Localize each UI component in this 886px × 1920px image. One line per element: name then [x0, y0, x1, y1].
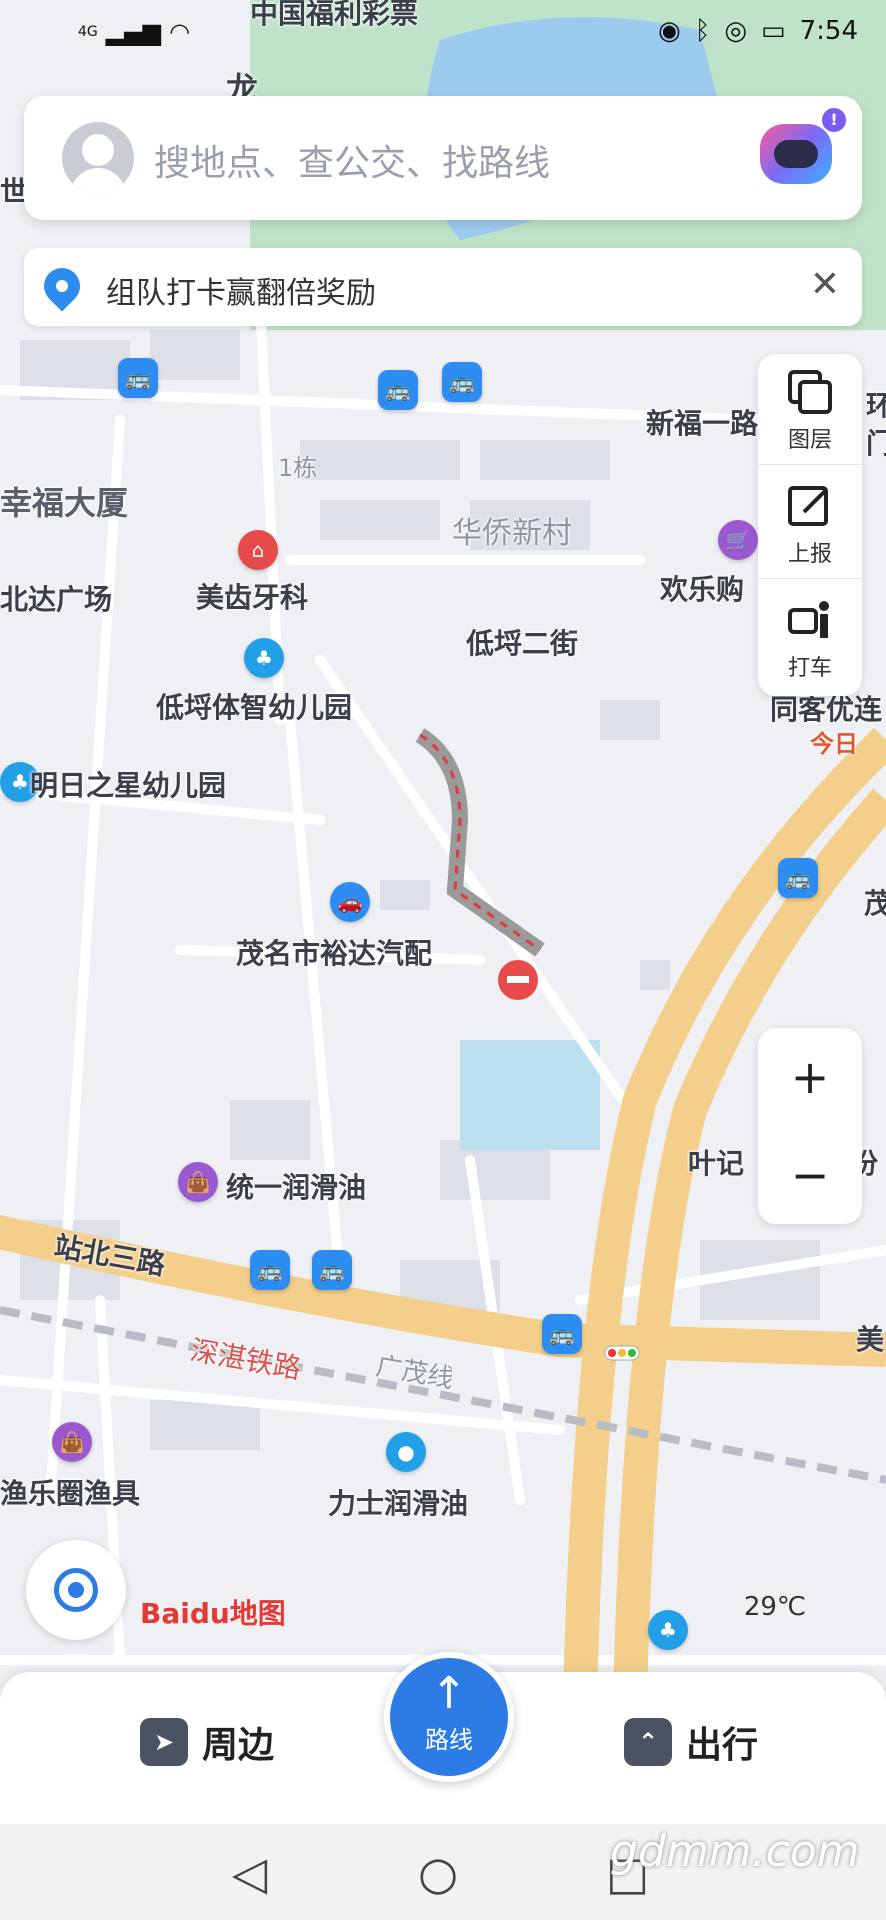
baidu-logo: Baidu地图: [140, 1597, 286, 1630]
map-label: 力士润滑油: [328, 1487, 469, 1520]
shopping-bag-icon[interactable]: 👜: [52, 1422, 92, 1462]
map-label: 华侨新村: [452, 516, 572, 551]
watermark: gdmm.com: [610, 1826, 860, 1877]
route-label: 路线: [425, 1726, 473, 1754]
map-label: 欢乐购: [660, 573, 745, 606]
bus-stop-icon[interactable]: 🚌: [312, 1250, 352, 1290]
status-bar: 4G ▂▄▆ ◠ ◉ ᛒ ◎ ▭ 7:54: [0, 0, 886, 66]
map-label: 幸福大厦: [0, 484, 129, 522]
map-label: 叶记: [688, 1147, 745, 1180]
taxi-label: 打车: [787, 656, 832, 681]
map-label: 美: [856, 1323, 885, 1356]
close-icon[interactable]: ✕: [810, 264, 840, 305]
home-icon[interactable]: ○: [418, 1846, 458, 1900]
eye-icon: ◉: [658, 16, 681, 46]
assistant-robot-icon[interactable]: !: [760, 108, 846, 184]
bus-stop-icon[interactable]: 🚌: [250, 1250, 290, 1290]
network-label: 4G: [78, 24, 98, 40]
map-label: 1栋: [278, 454, 318, 482]
zoom-control: + −: [758, 1028, 862, 1224]
notification-badge: !: [822, 108, 846, 132]
bus-stop-icon[interactable]: 🚌: [378, 370, 418, 410]
auto-parts-icon[interactable]: 🚗: [330, 882, 370, 922]
map-tools-panel: 图层 上报 打车: [758, 354, 862, 696]
search-input[interactable]: 搜地点、查公交、找路线: [154, 134, 550, 186]
kindergarten-icon[interactable]: ♣: [648, 1610, 688, 1650]
map-label: 茂: [864, 887, 886, 920]
battery-icon: ▭: [761, 16, 786, 46]
report-button[interactable]: 上报: [758, 468, 862, 579]
layers-label: 图层: [787, 428, 832, 453]
dental-clinic-icon[interactable]: ⌂: [238, 530, 278, 570]
map-label: 北达广场: [0, 583, 113, 616]
taxi-icon: [786, 596, 834, 644]
signal-icon: ▂▄▆: [105, 18, 162, 46]
travel-label: 出行: [686, 1725, 759, 1766]
map-label: 今日: [810, 730, 858, 758]
locate-icon: [54, 1568, 98, 1612]
location-pin-icon[interactable]: ●: [386, 1432, 426, 1472]
map-label: 低埒二街: [466, 627, 579, 660]
map-label: 统一润滑油: [226, 1171, 367, 1204]
nearby-label: 周边: [202, 1725, 275, 1766]
route-button[interactable]: ↑ 路线: [384, 1652, 514, 1782]
map-label: 新福一路: [646, 407, 759, 440]
map-label: 美齿牙科: [196, 581, 309, 614]
bluetooth-icon: ᛒ: [694, 16, 711, 46]
map-label: 低埒体智幼儿园: [156, 691, 353, 724]
bus-stop-icon[interactable]: 🚌: [778, 858, 818, 898]
layers-icon: [786, 368, 834, 416]
back-icon[interactable]: ◁: [232, 1846, 267, 1900]
shopping-cart-icon[interactable]: 🛒: [718, 520, 758, 560]
nearby-button[interactable]: ➤ 周边: [140, 1716, 274, 1768]
avatar[interactable]: [62, 122, 134, 194]
shopping-bag-icon[interactable]: 👜: [178, 1162, 218, 1202]
kindergarten-icon[interactable]: ♣: [244, 638, 284, 678]
bus-stop-icon[interactable]: 🚌: [542, 1314, 582, 1354]
map-label: 门: [866, 427, 886, 460]
map-label: 渔乐圈渔具: [0, 1477, 141, 1510]
route-arrow-icon: ↑: [430, 1668, 468, 1719]
bus-stop-icon[interactable]: 🚌: [442, 362, 482, 402]
layers-button[interactable]: 图层: [758, 354, 862, 465]
report-label: 上报: [787, 542, 832, 567]
wifi-icon: ◠: [169, 18, 191, 46]
map-label: 茂名市裕达汽配: [236, 937, 433, 970]
location-pin-icon: [36, 260, 88, 312]
map-label: 明日之星幼儿园: [30, 769, 227, 802]
map-label: 环: [866, 389, 886, 422]
search-bar[interactable]: 搜地点、查公交、找路线 !: [24, 96, 862, 220]
location-icon: ◎: [724, 16, 748, 46]
locate-button[interactable]: [26, 1540, 126, 1640]
promo-banner[interactable]: 组队打卡赢翻倍奖励 ✕: [24, 248, 862, 326]
taxi-button[interactable]: 打车: [758, 582, 862, 692]
compass-icon: ➤: [140, 1718, 188, 1766]
edit-icon: [786, 482, 834, 530]
clock: 7:54: [799, 16, 858, 46]
travel-button[interactable]: ⌃ 出行: [624, 1716, 758, 1768]
temperature-label: 29℃: [743, 1592, 807, 1622]
zoom-in-button[interactable]: +: [758, 1028, 862, 1126]
banner-text[interactable]: 组队打卡赢翻倍奖励: [106, 268, 376, 312]
zoom-out-button[interactable]: −: [758, 1126, 862, 1224]
chevron-up-icon: ⌃: [624, 1718, 672, 1766]
bus-stop-icon[interactable]: 🚌: [118, 358, 158, 398]
